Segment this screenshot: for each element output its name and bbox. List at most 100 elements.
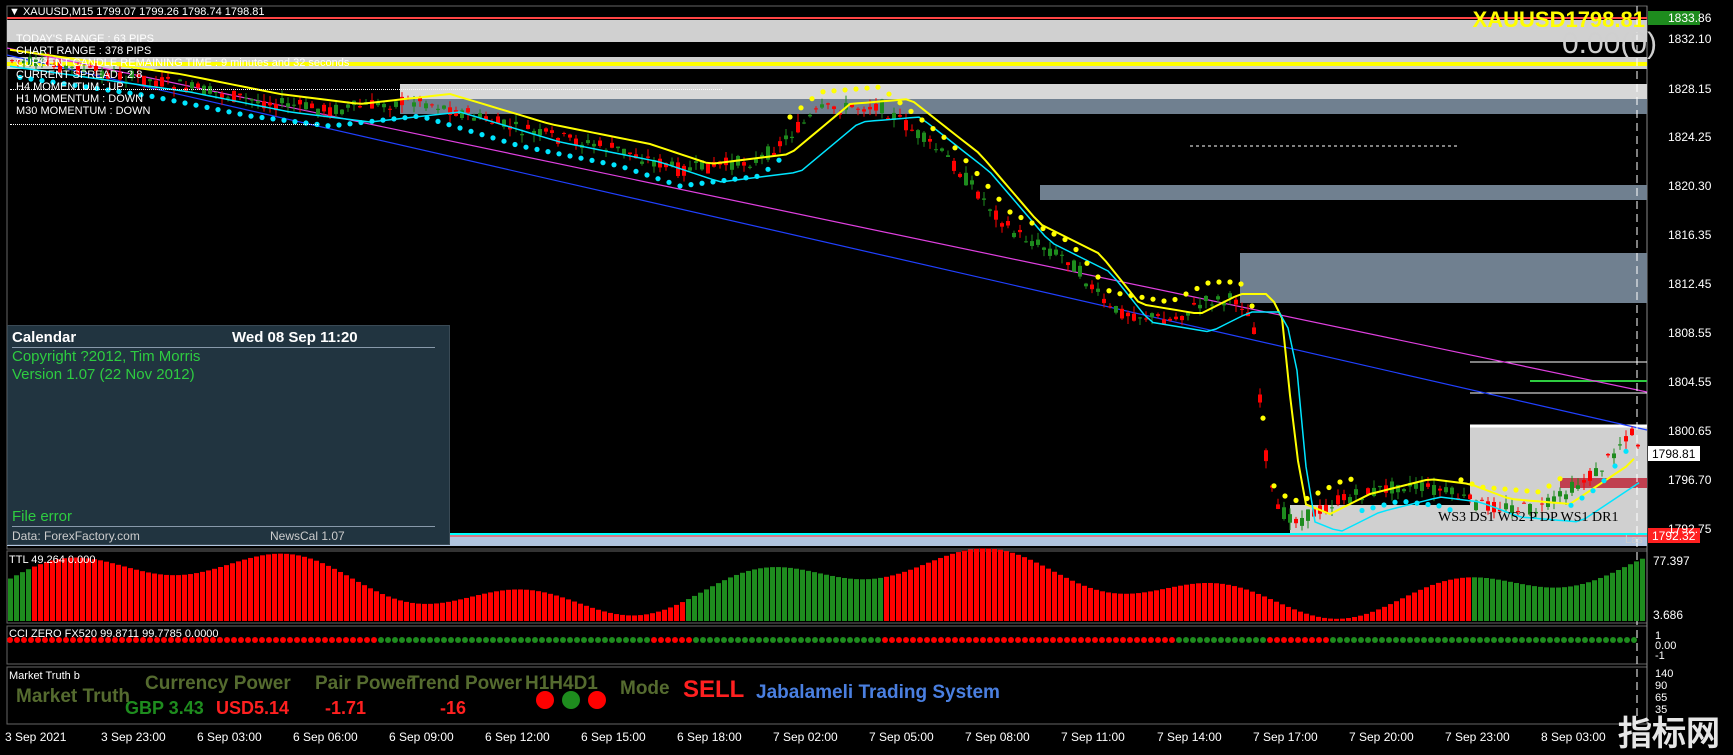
ttl-bar	[572, 601, 577, 621]
cci-dot	[1365, 637, 1371, 643]
ttl-bar	[188, 574, 193, 621]
cci-dot	[700, 637, 706, 643]
overlay-line-0: TODAY'S RANGE : 63 PIPS	[16, 33, 155, 45]
cci-dot	[1386, 637, 1392, 643]
signal-dot	[281, 117, 287, 123]
cci-dot	[868, 637, 874, 643]
candle-body	[874, 103, 878, 111]
candle-body	[292, 104, 296, 106]
time-label-2: 6 Sep 03:00	[197, 730, 262, 744]
candle-body	[898, 115, 902, 117]
candle-body	[592, 143, 596, 147]
cci-dot	[1617, 637, 1623, 643]
cci-dot	[882, 637, 888, 643]
cci-dot	[966, 637, 972, 643]
signal-dot	[336, 122, 342, 128]
ttl-bar	[872, 578, 877, 621]
cci-dot	[1449, 637, 1455, 643]
ttl-bar	[548, 593, 553, 621]
ttl-bar	[1262, 596, 1267, 621]
candle-body	[646, 156, 650, 158]
candle-body	[544, 128, 548, 132]
signal-dot	[1326, 484, 1332, 491]
price-label-2: 1828.15	[1668, 82, 1712, 96]
candle-body	[628, 152, 632, 155]
cci-dot	[1302, 637, 1308, 643]
cci-dot	[1512, 637, 1518, 643]
signal-dot	[1084, 260, 1090, 266]
candle-body	[166, 76, 170, 79]
candle-body	[328, 107, 332, 116]
ttl-bar	[806, 570, 811, 621]
signal-dot	[666, 179, 672, 185]
cci-dot	[812, 637, 818, 643]
candle-body	[1174, 316, 1178, 320]
signal-dot	[1161, 298, 1167, 304]
ttl-bar	[860, 579, 865, 621]
ttl-bar	[1052, 571, 1057, 621]
cci-dot	[1183, 637, 1189, 643]
ttl-bar	[242, 559, 247, 621]
calendar-panel[interactable]: Calendar Wed 08 Sep 11:20 Copyright ?201…	[7, 325, 450, 545]
ttl-bar	[1208, 582, 1213, 621]
cci-dot	[980, 637, 986, 643]
cci-dot	[1589, 637, 1595, 643]
ttl-bar	[992, 548, 997, 621]
candle-body	[1564, 494, 1568, 500]
cci-dot	[1246, 637, 1252, 643]
candle-body	[1336, 495, 1340, 505]
candle-body	[688, 167, 692, 171]
price-label-11: 1796.70	[1668, 473, 1712, 487]
signal-dot	[534, 146, 540, 152]
candle-body	[442, 105, 446, 109]
ttl-bar	[836, 577, 841, 621]
cci-dot	[595, 637, 601, 643]
ttl-histogram	[8, 548, 1645, 621]
candle-body	[1588, 470, 1592, 481]
ttl-bar	[1076, 583, 1081, 621]
candle-body	[1168, 318, 1172, 321]
signal-dot	[1271, 483, 1277, 489]
ttl-bar	[986, 548, 991, 621]
ttl-bar	[170, 575, 175, 621]
signal-dot	[809, 96, 815, 102]
candle-body	[1636, 444, 1640, 447]
cci-dot	[1127, 637, 1133, 643]
cci-dot	[588, 637, 594, 643]
ttl-bar	[1244, 589, 1249, 621]
candle-body	[1102, 298, 1106, 304]
signal-dot	[743, 175, 749, 181]
candle-body	[610, 142, 614, 148]
candle-body	[928, 138, 932, 142]
ttl-bar	[1178, 585, 1183, 621]
calendar-source: Data: ForexFactory.com	[12, 529, 140, 543]
candle-body	[1294, 518, 1298, 524]
ttl-bar	[1298, 611, 1303, 621]
ttl-bar	[1274, 601, 1279, 621]
candle-body	[1240, 308, 1244, 310]
ttl-bar	[344, 575, 349, 621]
cci-dot	[483, 637, 489, 643]
signal-dot	[842, 87, 848, 93]
ttl-bar	[1358, 615, 1363, 621]
ttl-bar	[1172, 586, 1177, 621]
candle-body	[424, 103, 428, 109]
candle-body	[1540, 503, 1544, 505]
ttl-bar	[1544, 587, 1549, 621]
ttl-bar	[632, 615, 637, 621]
signal-dot	[963, 158, 969, 164]
cci-dot	[1323, 637, 1329, 643]
price-label-6: 1812.45	[1668, 277, 1712, 291]
ttl-bar	[614, 614, 619, 621]
signal-dot	[1491, 485, 1497, 491]
cci-dot	[273, 637, 279, 643]
cci-dot	[252, 637, 258, 643]
cci-dot	[672, 637, 678, 643]
candle-body	[814, 108, 818, 110]
candle-body	[256, 100, 260, 104]
candle-body	[238, 93, 242, 96]
cci-dot	[322, 637, 328, 643]
candle-body	[1576, 485, 1580, 489]
ttl-bar	[956, 552, 961, 621]
cci-dot	[406, 637, 412, 643]
